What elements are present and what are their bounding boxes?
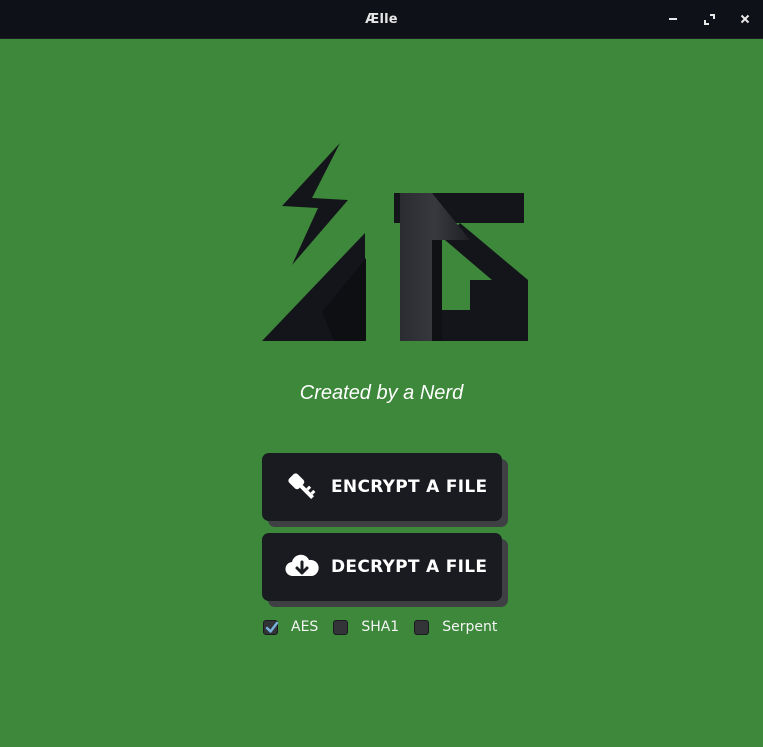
tagline: Created by a Nerd xyxy=(299,382,464,404)
serpent-label: Serpent xyxy=(442,619,498,635)
decrypt-file-button[interactable]: DECRYPT A FILE xyxy=(262,533,502,601)
sha1-label: SHA1 xyxy=(361,619,400,635)
algorithm-options: AES SHA1 Serpent xyxy=(263,617,497,637)
logo-stem-shadow xyxy=(432,240,442,341)
minimize-icon xyxy=(669,18,677,20)
sha1-checkbox[interactable] xyxy=(333,619,349,635)
window-controls xyxy=(655,0,763,38)
close-button[interactable] xyxy=(727,0,763,38)
maximize-icon xyxy=(703,13,715,25)
minimize-button[interactable] xyxy=(655,0,691,38)
aes-label: AES xyxy=(291,619,319,635)
window-title: Ælle xyxy=(365,11,398,27)
key-icon xyxy=(288,473,316,500)
decrypt-button-label: DECRYPT A FILE xyxy=(331,557,488,577)
close-icon xyxy=(740,14,750,24)
encrypt-file-button[interactable]: ENCRYPT A FILE xyxy=(262,453,502,521)
aes-checkbox[interactable] xyxy=(263,619,279,635)
checkmark-icon xyxy=(265,621,279,633)
encrypt-button-label: ENCRYPT A FILE xyxy=(331,477,488,497)
serpent-checkbox[interactable] xyxy=(414,619,430,635)
window-titlebar: Ælle xyxy=(0,0,763,39)
aes-checkbox-option[interactable]: AES xyxy=(263,619,318,635)
serpent-checkbox-option[interactable]: Serpent xyxy=(414,619,497,635)
aelle-logo xyxy=(262,143,528,341)
lightning-bolt-shape xyxy=(282,143,348,265)
maximize-button[interactable] xyxy=(691,0,727,38)
sha1-checkbox-option[interactable]: SHA1 xyxy=(333,619,399,635)
cloud-download-icon xyxy=(285,554,319,577)
